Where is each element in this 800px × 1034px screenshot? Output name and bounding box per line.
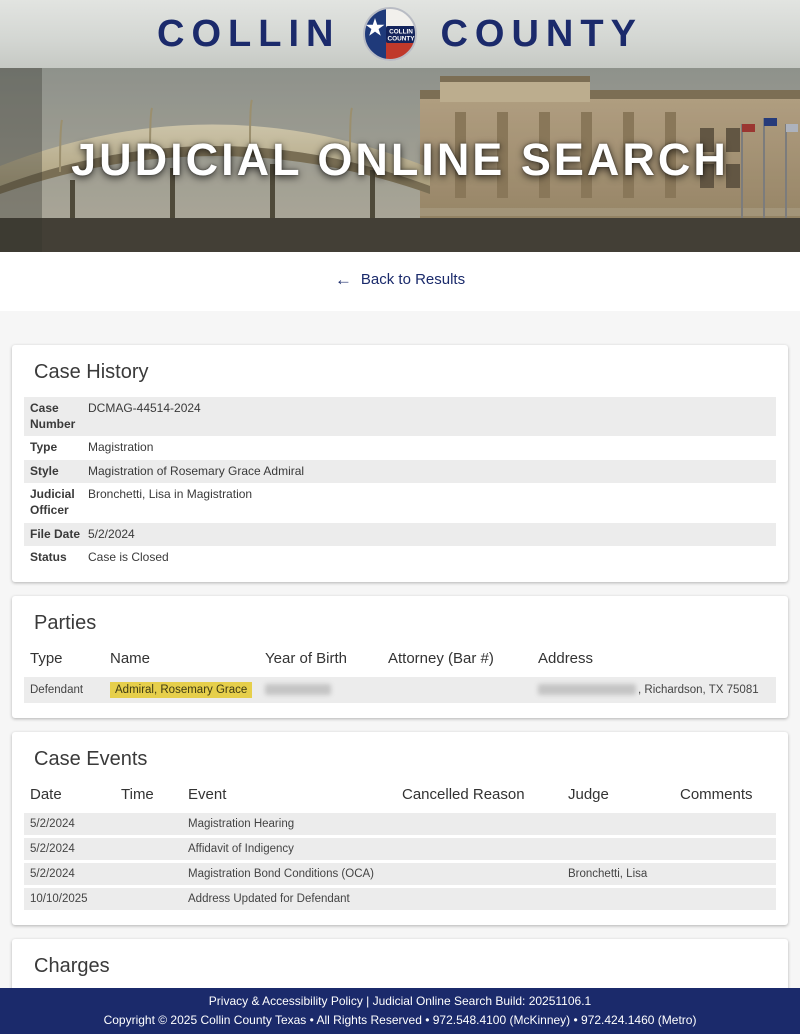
column-header: Comments [680, 786, 770, 803]
column-header: Attorney (Bar #) [388, 650, 538, 667]
party-name: Admiral, Rosemary Grace [110, 682, 265, 698]
svg-text:COUNTY: COUNTY [388, 36, 416, 43]
charges-card: Charges Charge # Code Offense Date Descr… [12, 939, 788, 988]
table-row: 5/2/2024 Magistration Hearing [24, 813, 776, 835]
table-row: 5/2/2024 Magistration Bond Conditions (O… [24, 863, 776, 885]
table-row: Status Case is Closed [24, 546, 776, 570]
column-header: Type [30, 650, 110, 667]
field-label: Style [30, 464, 88, 480]
case-history-card: Case History Case Number DCMAG-44514-202… [12, 345, 788, 582]
svg-text:COLLIN: COLLIN [390, 29, 414, 36]
collin-county-seal-icon: COLLIN COUNTY [362, 6, 418, 62]
redacted-value [265, 684, 331, 695]
case-history-title: Case History [34, 361, 776, 384]
field-value: Magistration of Rosemary Grace Admiral [88, 464, 770, 480]
field-value: Case is Closed [88, 550, 770, 566]
event-date: 5/2/2024 [30, 843, 121, 855]
table-row: Defendant Admiral, Rosemary Grace , Rich… [24, 677, 776, 703]
table-row: Type Magistration [24, 436, 776, 460]
event-name: Affidavit of Indigency [188, 843, 402, 855]
event-name: Magistration Bond Conditions (OCA) [188, 868, 402, 880]
column-header: Cancelled Reason [402, 786, 568, 803]
hero-banner: JUDICIAL ONLINE SEARCH [0, 68, 800, 252]
site-footer: Privacy & Accessibility Policy | Judicia… [0, 988, 800, 1034]
case-events-card: Case Events Date Time Event Cancelled Re… [12, 732, 788, 925]
site-title-right: COUNTY [440, 15, 642, 53]
party-year-of-birth [265, 684, 388, 696]
back-to-results-link[interactable]: ← Back to Results [335, 271, 465, 288]
field-value: Magistration [88, 440, 770, 456]
field-label: Case Number [30, 401, 88, 432]
column-header: Address [538, 650, 770, 667]
privacy-policy-link[interactable]: Privacy & Accessibility Policy [209, 994, 363, 1008]
case-history-table: Case Number DCMAG-44514-2024 Type Magist… [24, 397, 776, 570]
parties-header-row: Type Name Year of Birth Attorney (Bar #)… [24, 648, 776, 677]
field-label: Type [30, 440, 88, 456]
footer-build-info: | Judicial Online Search Build: 20251106… [363, 994, 591, 1008]
charges-title: Charges [34, 955, 776, 978]
field-value: 5/2/2024 [88, 527, 770, 543]
event-name: Magistration Hearing [188, 818, 402, 830]
field-value: Bronchetti, Lisa in Magistration [88, 487, 770, 518]
site-header: COLLIN COLLIN COUNTY COUNTY [0, 0, 800, 68]
table-row: File Date 5/2/2024 [24, 523, 776, 547]
main-content: Case History Case Number DCMAG-44514-202… [0, 311, 800, 988]
column-header: Date [30, 786, 121, 803]
event-date: 5/2/2024 [30, 868, 121, 880]
event-date: 5/2/2024 [30, 818, 121, 830]
column-header: Time [121, 786, 188, 803]
footer-line2: Copyright © 2025 Collin County Texas • A… [0, 1011, 800, 1030]
address-visible-text: , Richardson, TX 75081 [638, 684, 759, 696]
field-label: Judicial Officer [30, 487, 88, 518]
back-arrow-icon: ← [335, 271, 352, 288]
case-events-title: Case Events [34, 748, 776, 771]
field-label: Status [30, 550, 88, 566]
table-row: Judicial Officer Bronchetti, Lisa in Mag… [24, 483, 776, 522]
column-header: Year of Birth [265, 650, 388, 667]
party-address: , Richardson, TX 75081 [538, 684, 770, 696]
field-value: DCMAG-44514-2024 [88, 401, 770, 432]
back-bar: ← Back to Results [0, 252, 800, 311]
highlighted-name: Admiral, Rosemary Grace [110, 682, 252, 698]
column-header: Name [110, 650, 265, 667]
site-title-left: COLLIN [157, 15, 340, 53]
column-header: Judge [568, 786, 680, 803]
table-row: 10/10/2025 Address Updated for Defendant [24, 888, 776, 910]
redacted-value [538, 684, 636, 695]
table-row: Style Magistration of Rosemary Grace Adm… [24, 460, 776, 484]
page-title: JUDICIAL ONLINE SEARCH [0, 68, 800, 252]
field-label: File Date [30, 527, 88, 543]
party-type: Defendant [30, 684, 110, 696]
case-events-header-row: Date Time Event Cancelled Reason Judge C… [24, 784, 776, 813]
column-header: Event [188, 786, 402, 803]
event-date: 10/10/2025 [30, 893, 121, 905]
event-judge: Bronchetti, Lisa [568, 868, 680, 880]
parties-title: Parties [34, 612, 776, 635]
back-link-label: Back to Results [361, 271, 465, 288]
table-row: Case Number DCMAG-44514-2024 [24, 397, 776, 436]
table-row: 5/2/2024 Affidavit of Indigency [24, 838, 776, 860]
event-name: Address Updated for Defendant [188, 893, 402, 905]
parties-card: Parties Type Name Year of Birth Attorney… [12, 596, 788, 718]
footer-line1: Privacy & Accessibility Policy | Judicia… [0, 992, 800, 1011]
